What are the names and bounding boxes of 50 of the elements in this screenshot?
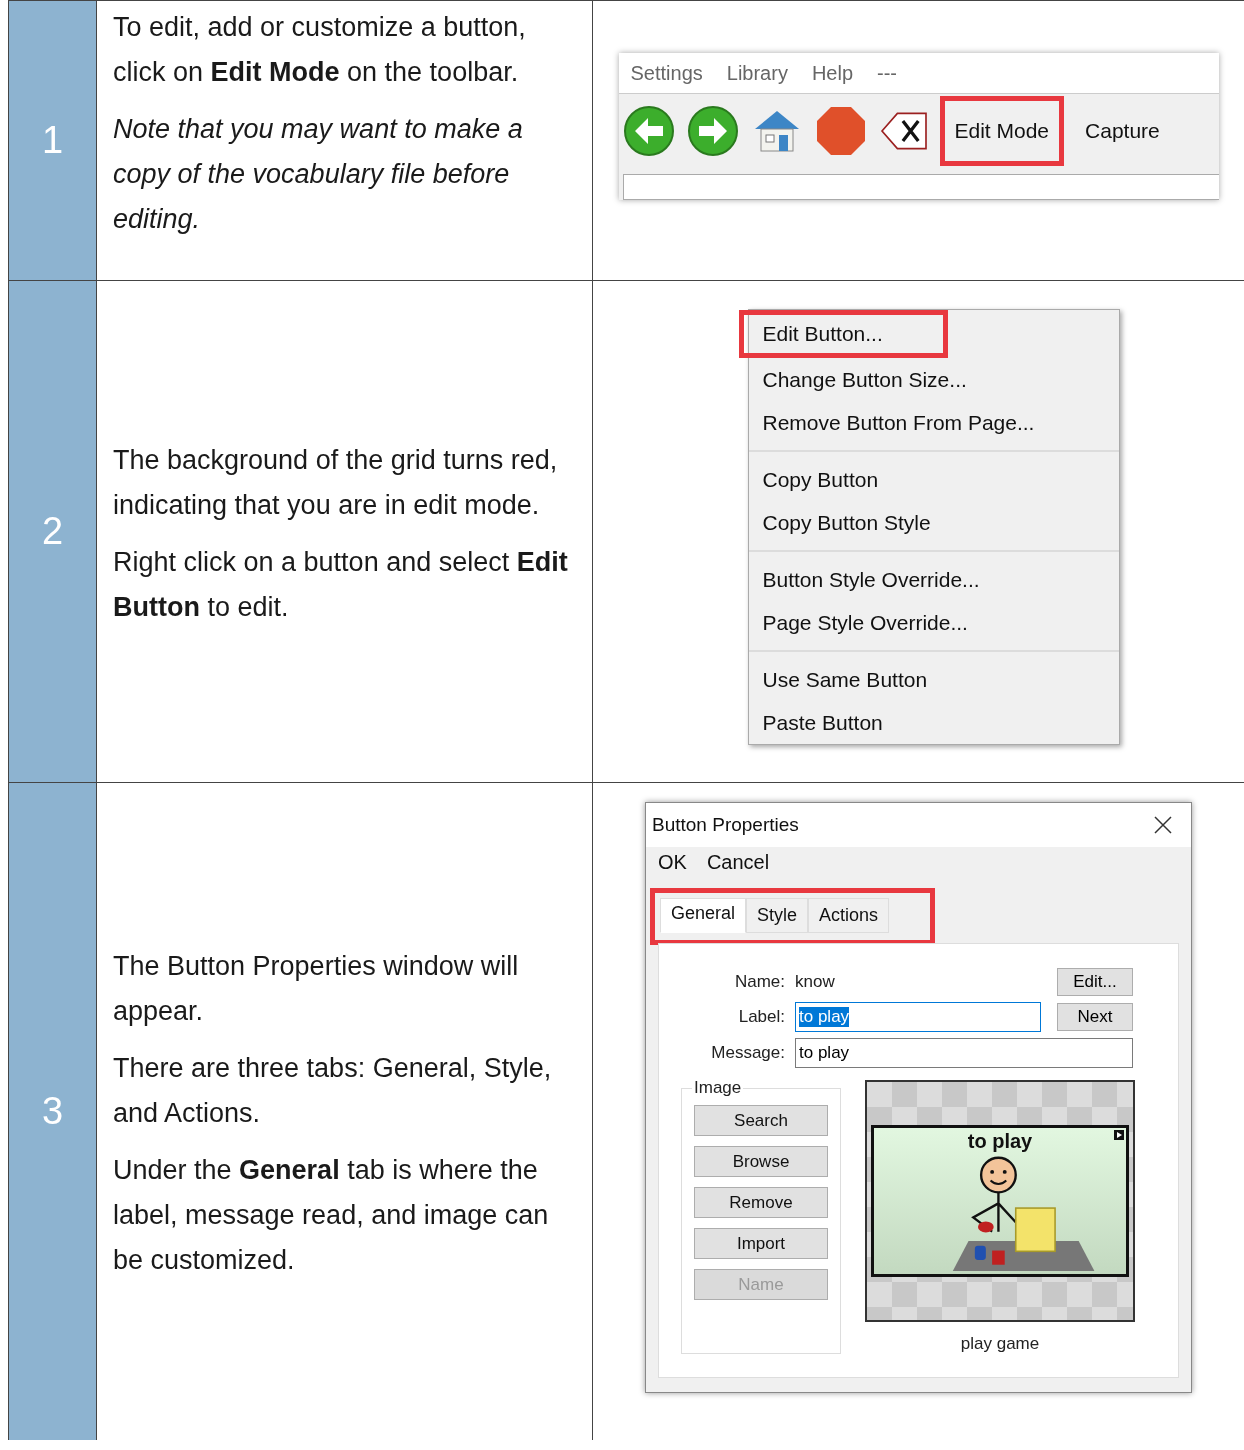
menu-item[interactable]: Cancel: [706, 851, 770, 874]
instruction-text: To edit, add or customize a button, click on Edit Mode on the toolbar.: [113, 11, 527, 89]
menu-item[interactable]: Edit Button...: [738, 310, 948, 358]
tab[interactable]: General: [660, 898, 747, 933]
tab[interactable]: Actions: [808, 898, 890, 933]
image-button[interactable]: Search: [694, 1105, 828, 1136]
menu-item[interactable]: Paste Button: [748, 701, 1119, 744]
step-number: 1: [8, 1, 96, 280]
instruction-text: The Button Properties window will appear.: [113, 950, 520, 1028]
image-caption: play game: [960, 1334, 1040, 1354]
text-field[interactable]: [622, 174, 1219, 200]
menu-item[interactable]: OK: [658, 851, 687, 874]
group-title: Image: [692, 1078, 744, 1098]
field-label: Name:: [733, 972, 785, 992]
toolbar-button[interactable]: Edit Mode: [940, 97, 1064, 165]
menu-item[interactable]: Page Style Override...: [748, 601, 1119, 644]
menu-item[interactable]: Help: [811, 61, 854, 85]
instruction-text: Right click on a button and select Edit Button to edit.: [113, 545, 569, 624]
menu-item[interactable]: Use Same Button: [748, 658, 1119, 701]
menu-item[interactable]: Copy Button Style: [748, 501, 1119, 544]
instruction-text: Under the General tab is where the label, message read, and image can be customized.: [113, 1154, 550, 1277]
menu-item[interactable]: Change Button Size...: [748, 358, 1119, 401]
edit-button[interactable]: Edit...: [1057, 968, 1133, 996]
menu-item[interactable]: Library: [726, 61, 788, 85]
field-label: Message:: [710, 1043, 785, 1063]
image-button[interactable]: Browse: [694, 1146, 828, 1177]
menu-item[interactable]: Settings: [630, 61, 703, 85]
window-title: Button Properties: [652, 814, 799, 836]
corner-marker-icon: [1114, 1130, 1124, 1140]
menu-item[interactable]: ---: [877, 61, 898, 85]
menu-item[interactable]: Copy Button: [748, 458, 1119, 501]
image-button[interactable]: Remove: [694, 1187, 828, 1218]
next-button[interactable]: Next: [1057, 1003, 1133, 1031]
menu-item[interactable]: Button Style Override...: [748, 558, 1119, 601]
instruction-text: Note that you may want to make a copy of the vocabulary file before editing.: [113, 113, 524, 236]
toolbar-button[interactable]: Capture: [1075, 105, 1170, 157]
menu-item[interactable]: Remove Button From Page...: [748, 401, 1119, 444]
name-value: know: [795, 972, 836, 992]
field-label: Label:: [737, 1007, 785, 1027]
tab[interactable]: Style: [746, 898, 809, 933]
symbol-label: to play: [967, 1130, 1033, 1153]
step-number: 3: [8, 783, 96, 1440]
step-number: 2: [8, 281, 96, 782]
label-field[interactable]: to play: [795, 1002, 1041, 1032]
message-field[interactable]: to play: [795, 1038, 1133, 1068]
image-button[interactable]: Import: [694, 1228, 828, 1259]
close-icon[interactable]: [1153, 815, 1173, 835]
instruction-text: There are three tabs: General, Style, and Actions.: [113, 1052, 553, 1130]
instruction-text: The background of the grid turns red, indicating that you are in edit mode.: [113, 443, 559, 522]
stop-sign-icon[interactable]: [814, 105, 867, 157]
